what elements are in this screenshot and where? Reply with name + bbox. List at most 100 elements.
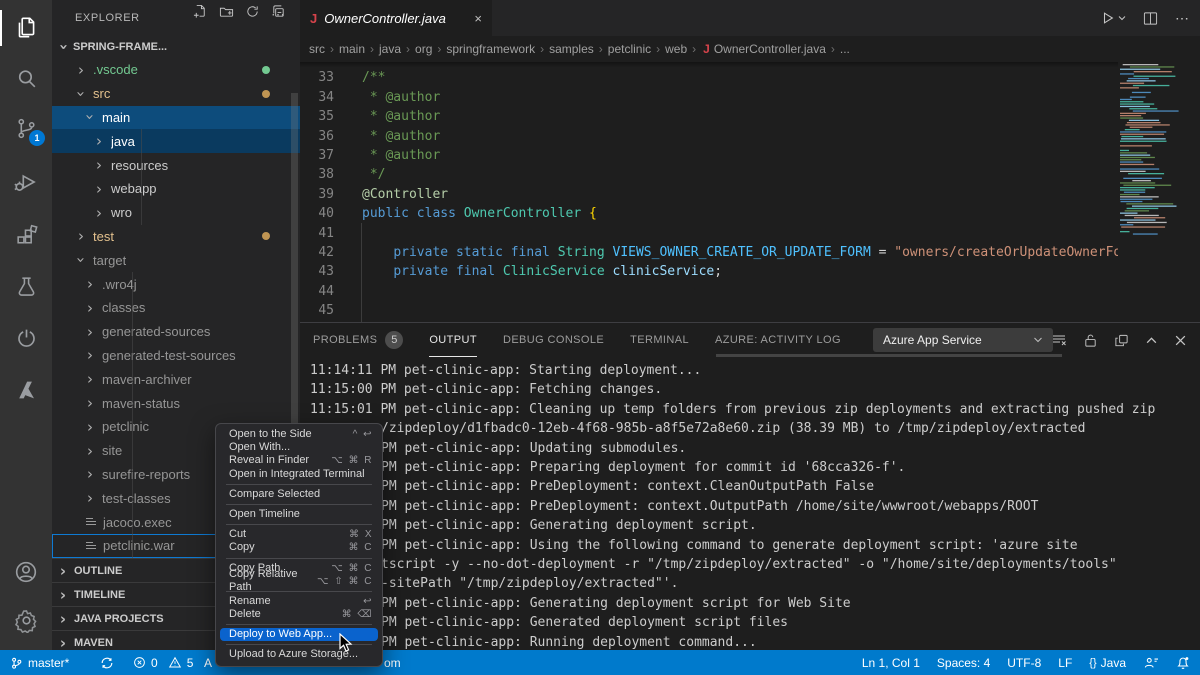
close-panel-icon[interactable] (1174, 334, 1187, 347)
panel-tab-azure-activity-log[interactable]: AZURE: ACTIVITY LOG (715, 324, 841, 357)
tab-close-icon[interactable]: × (474, 11, 482, 26)
tree-item-main[interactable]: › main (52, 105, 300, 130)
notifications-bell-icon[interactable] (1176, 655, 1190, 670)
panel-tab-terminal[interactable]: TERMINAL (630, 324, 689, 357)
tree-item-generated-sources[interactable]: › generated-sources (52, 320, 300, 344)
source-control-icon[interactable]: 1 (0, 104, 52, 152)
context-menu-item-copy-relative-path[interactable]: Copy Relative Path ⌥ ⇧ ⌘ C (216, 568, 382, 593)
explorer-icon[interactable] (0, 4, 52, 52)
cursor-position[interactable]: Ln 1, Col 1 (862, 656, 920, 670)
feedback-icon[interactable] (1143, 656, 1159, 670)
context-menu-item-delete[interactable]: Delete ⌘ ⌫ (216, 608, 382, 621)
chevron-separator: › (692, 42, 697, 56)
azure-icon[interactable] (0, 366, 52, 414)
tree-item-maven-archiver[interactable]: › maven-archiver (52, 367, 300, 391)
context-menu-item-deploy-to-web-app[interactable]: Deploy to Web App... (220, 628, 378, 642)
breadcrumb-symbol[interactable]: ... (840, 42, 850, 56)
code-line-32: 32 (300, 62, 1118, 68)
open-output-in-editor-icon[interactable] (1114, 333, 1129, 348)
tree-item-wro[interactable]: › wro (52, 201, 300, 225)
refresh-icon[interactable] (245, 4, 260, 19)
settings-gear-icon[interactable] (0, 596, 52, 644)
panel-tabs-scrollbar[interactable] (716, 354, 1062, 357)
sync-item[interactable] (100, 650, 114, 675)
context-menu-item-open-with[interactable]: Open With... (216, 441, 382, 454)
tree-item-webapp[interactable]: › webapp (52, 177, 300, 201)
breadcrumb-java[interactable]: java (379, 42, 401, 56)
status-fragment-a[interactable]: A (204, 650, 212, 675)
breadcrumb-samples[interactable]: samples (549, 42, 594, 56)
split-editor-icon[interactable] (1143, 11, 1158, 26)
tab-ownercontroller[interactable]: J OwnerController.java × (300, 0, 492, 36)
spring-boot-icon[interactable] (0, 314, 52, 362)
context-menu-item-reveal-in-finder[interactable]: Reveal in Finder ⌥ ⌘ R (216, 454, 382, 467)
tree-item-wro4j[interactable]: › .wro4j (52, 272, 300, 296)
output-log[interactable]: 11:14:11 PM pet-clinic-app: Starting dep… (310, 361, 1200, 650)
mouse-cursor (339, 633, 353, 652)
breadcrumb-springframework[interactable]: springframework (446, 42, 535, 56)
collapse-all-icon[interactable] (271, 4, 286, 19)
panel-tab-problems[interactable]: PROBLEMS 5 (313, 324, 404, 357)
line-number: 33 (318, 70, 334, 86)
context-menu-item-open-timeline[interactable]: Open Timeline (216, 508, 382, 521)
breadcrumb-src[interactable]: src (309, 42, 325, 56)
tree-item-generated-test-sources[interactable]: › generated-test-sources (52, 344, 300, 368)
indentation[interactable]: Spaces: 4 (937, 656, 990, 670)
new-file-icon[interactable] (193, 4, 208, 19)
code-line-34: 34 * @author (300, 88, 1118, 107)
tree-item-test[interactable]: › test (52, 225, 300, 249)
panel-tab-output[interactable]: OUTPUT (429, 324, 477, 357)
tree-item-resources[interactable]: › resources (52, 153, 300, 177)
explorer-section-header[interactable]: › SPRING-FRAME... (52, 36, 300, 58)
breadcrumb-main[interactable]: main (339, 42, 365, 56)
context-menu-item-upload-to-azure-storage[interactable]: Upload to Azure Storage... (216, 648, 382, 661)
more-actions-icon[interactable]: ⋯ (1175, 10, 1190, 27)
tree-item-target[interactable]: › target (52, 248, 300, 272)
output-channel-dropdown[interactable]: Azure App Service (873, 328, 1053, 352)
testing-icon[interactable] (0, 262, 52, 310)
tree-item-java[interactable]: › java (52, 129, 300, 154)
run-and-debug-icon[interactable] (0, 158, 52, 206)
git-branch-item[interactable]: master* (10, 650, 69, 675)
line-number: 37 (318, 147, 334, 163)
tree-item-maven-status[interactable]: › maven-status (52, 391, 300, 415)
breadcrumb-web[interactable]: web (665, 42, 687, 56)
account-icon[interactable] (0, 548, 52, 596)
search-icon[interactable] (0, 54, 52, 102)
panel-tab-debug-console[interactable]: DEBUG CONSOLE (503, 324, 604, 357)
context-menu-item-rename[interactable]: Rename ↩ (216, 595, 382, 608)
breadcrumb-petclinic[interactable]: petclinic (608, 42, 651, 56)
tree-item-vscode[interactable]: › .vscode (52, 58, 300, 82)
encoding[interactable]: UTF-8 (1007, 656, 1041, 670)
context-menu-item-copy[interactable]: Copy ⌘ C (216, 541, 382, 554)
code-line-39: 39 @Controller (300, 185, 1118, 204)
status-fragment-om[interactable]: om (384, 650, 401, 675)
breadcrumb-file[interactable]: OwnerController.java (714, 42, 826, 56)
context-menu-item-compare-selected[interactable]: Compare Selected (216, 488, 382, 501)
eol-sequence[interactable]: LF (1058, 656, 1072, 670)
run-button[interactable] (1101, 11, 1126, 25)
clear-output-icon[interactable] (1051, 332, 1067, 348)
code-line-37: 37 * @author (300, 146, 1118, 165)
breadcrumb-org[interactable]: org (415, 42, 432, 56)
context-menu-item-open-to-the-side[interactable]: Open to the Side ^ ↩ (216, 428, 382, 441)
context-menu-item-cut[interactable]: Cut ⌘ X (216, 528, 382, 541)
chevron-separator: › (330, 42, 334, 56)
language-mode[interactable]: {} Java (1089, 656, 1126, 670)
log-line: /zipdeploy/d1fbadc0-12eb-4f68-985b-a8f5e… (381, 421, 1086, 437)
maximize-panel-icon[interactable] (1145, 334, 1158, 347)
problems-item[interactable]: 0 5 (133, 650, 193, 675)
status-bar-right: Ln 1, Col 1 Spaces: 4 UTF-8 LF {} Java (862, 650, 1190, 675)
context-menu-item-open-in-integrated-terminal[interactable]: Open in Integrated Terminal (216, 468, 382, 481)
new-folder-icon[interactable] (219, 4, 234, 19)
unlock-icon[interactable] (1083, 333, 1098, 348)
keyboard-shortcut: ⌘ X (349, 529, 373, 541)
chevron-right-icon: › (59, 586, 67, 604)
log-line: tscript -y --no-dot-deployment -r "/tmp/… (381, 557, 1117, 573)
sidebar-scrollbar[interactable] (291, 93, 298, 423)
extensions-icon[interactable] (0, 212, 52, 260)
tree-item-src[interactable]: › src (52, 82, 300, 106)
tree-item-classes[interactable]: › classes (52, 296, 300, 320)
minimap[interactable] (1118, 64, 1180, 244)
code-editor[interactable]: 3233/**34 * @author35 * @author36 * @aut… (300, 62, 1118, 322)
